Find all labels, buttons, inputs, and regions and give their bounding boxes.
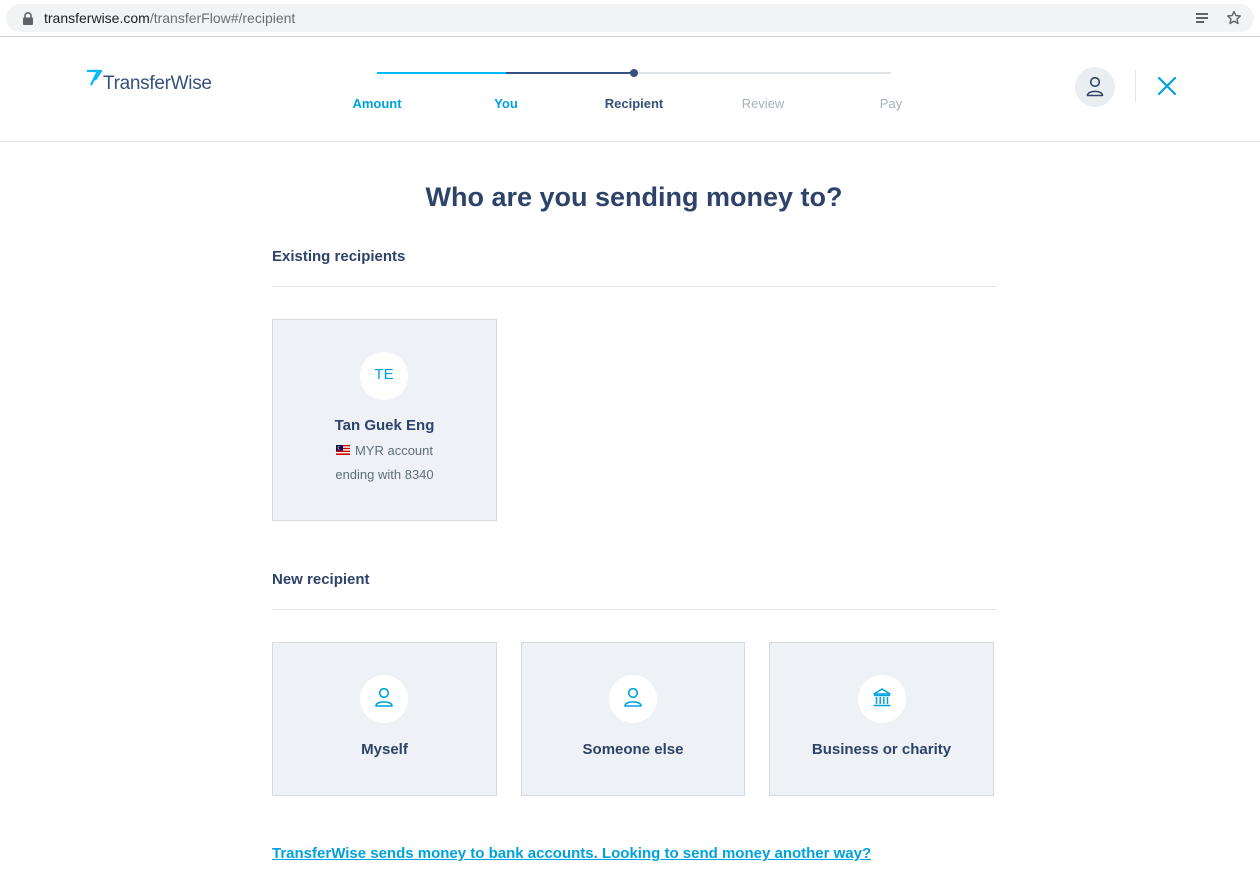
option-someone-else[interactable]: Someone else: [521, 642, 745, 796]
step-you[interactable]: You: [446, 96, 566, 111]
stepper-current-dot: [630, 69, 638, 77]
person-icon: [375, 687, 393, 707]
option-label: Business or charity: [811, 741, 952, 758]
progress-stepper: Amount You Recipient Review Pay: [340, 37, 930, 142]
other-ways-link[interactable]: TransferWise sends money to bank account…: [272, 845, 871, 862]
step-pay: Pay: [879, 96, 903, 111]
page-title: Who are you sending money to?: [425, 182, 843, 212]
url-path: /transferFlow#/recipient: [149, 10, 296, 26]
recipient-card[interactable]: TE Tan Guek Eng MYR account ending with …: [272, 319, 497, 521]
close-icon[interactable]: [1157, 76, 1177, 96]
header-separator: [1135, 70, 1136, 102]
url-domain: transferwise.com: [44, 10, 150, 26]
option-label: Someone else: [582, 741, 684, 758]
recipient-avatar: TE: [360, 352, 408, 400]
profile-icon: [1086, 76, 1104, 97]
logo-flag-icon: [87, 69, 103, 86]
url-field[interactable]: transferwise.com/transferFlow#/recipient: [6, 4, 1254, 32]
flow-header: TransferWise Amount You Recipient Review…: [0, 37, 1260, 142]
step-amount[interactable]: Amount: [317, 96, 437, 111]
profile-button[interactable]: [1075, 67, 1115, 107]
malaysia-flag-icon: [335, 445, 350, 455]
option-avatar: [858, 675, 906, 723]
option-avatar: [360, 675, 408, 723]
person-icon: [624, 687, 642, 707]
lock-icon: [23, 12, 33, 25]
reader-mode-icon[interactable]: [1194, 10, 1210, 26]
recipient-account: MYR account: [273, 443, 496, 458]
recipient-account-text: MYR account: [354, 443, 434, 458]
recipient-name: Tan Guek Eng: [334, 417, 435, 434]
recipient-account-ending: ending with 8340: [335, 467, 434, 482]
option-myself[interactable]: Myself: [272, 642, 497, 796]
url-text: transferwise.com/transferFlow#/recipient: [44, 10, 295, 26]
browser-address-bar: transferwise.com/transferFlow#/recipient: [0, 0, 1260, 37]
bank-icon: [873, 688, 891, 707]
existing-recipients-heading: Existing recipients: [272, 248, 406, 265]
new-divider: [272, 609, 996, 610]
existing-divider: [272, 286, 996, 287]
new-recipient-heading: New recipient: [272, 571, 370, 588]
option-label: Myself: [361, 741, 408, 758]
step-recipient: Recipient: [604, 96, 664, 111]
logo-text: TransferWise: [103, 73, 212, 94]
step-review: Review: [741, 96, 785, 111]
option-business-or-charity[interactable]: Business or charity: [769, 642, 994, 796]
bookmark-star-icon[interactable]: [1226, 10, 1242, 26]
option-avatar: [609, 675, 657, 723]
stepper-track-active: [506, 72, 634, 74]
recipient-initials: TE: [374, 366, 394, 383]
